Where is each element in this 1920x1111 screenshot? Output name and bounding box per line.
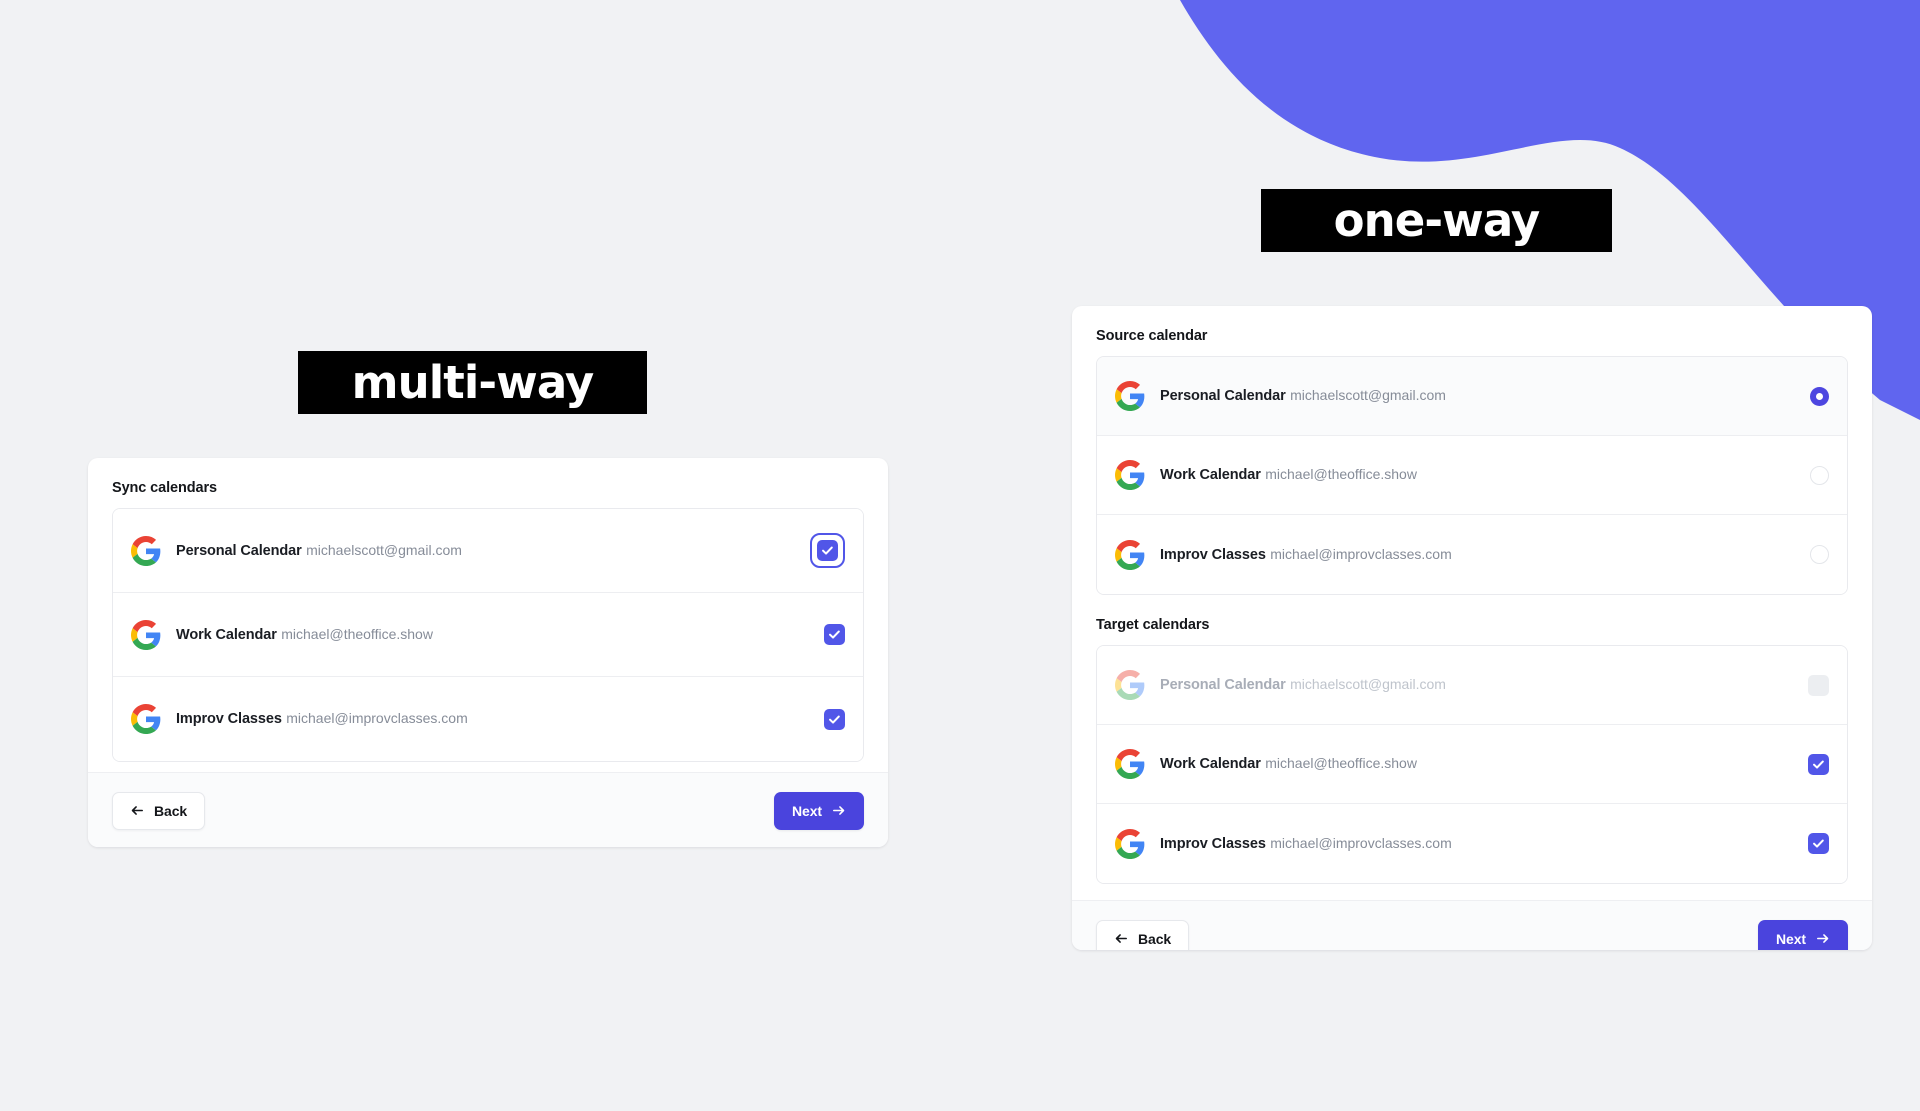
list-item-text: Personal Calendar michaelscott@gmail.com: [1160, 674, 1792, 696]
checkbox-control[interactable]: [1808, 833, 1829, 854]
radio-control[interactable]: [1810, 465, 1829, 485]
check-icon: [829, 715, 840, 724]
calendar-email: michaelscott@gmail.com: [1290, 387, 1446, 404]
calendar-name: Work Calendar: [1160, 467, 1261, 484]
radio-unselected[interactable]: [1810, 465, 1829, 485]
arrow-right-icon: [833, 806, 845, 815]
google-g-icon: [1115, 460, 1145, 490]
calendar-name: Personal Calendar: [176, 542, 302, 559]
sync-calendar-list: Personal Calendar michaelscott@gmail.com: [112, 508, 864, 762]
list-item-text: Work Calendar michael@theoffice.show: [1160, 753, 1792, 775]
back-button-label: Back: [154, 802, 188, 819]
checkbox-checked[interactable]: [824, 708, 845, 730]
multi-way-card-body: Sync calendars Personal Calendar michael…: [88, 458, 888, 772]
back-button-label: Back: [1138, 930, 1172, 947]
google-g-icon: [1115, 749, 1145, 779]
calendar-email: michael@improvclasses.com: [1270, 545, 1452, 562]
arrow-right-icon: [1817, 934, 1829, 943]
badge-multi-way-label: multi-way: [351, 356, 595, 409]
radio-unselected[interactable]: [1810, 545, 1829, 564]
checkbox-control: [1808, 674, 1829, 696]
list-item-text: Work Calendar michael@theoffice.show: [176, 624, 808, 646]
source-calendar-list: Personal Calendar michaelscott@gmail.com: [1096, 356, 1848, 595]
calendar-name: Work Calendar: [1160, 756, 1261, 773]
google-g-icon: [1115, 670, 1145, 700]
calendar-email: michael@theoffice.show: [1265, 466, 1417, 483]
calendar-name: Improv Classes: [1160, 546, 1266, 563]
calendar-email: michaelscott@gmail.com: [306, 541, 462, 558]
google-g-icon: [131, 704, 161, 734]
checkbox-checked[interactable]: [817, 540, 838, 561]
checkbox-checked[interactable]: [1808, 833, 1829, 854]
calendar-email: michael@improvclasses.com: [286, 710, 468, 727]
list-item[interactable]: Work Calendar michael@theoffice.show: [113, 593, 863, 677]
calendar-name: Personal Calendar: [1160, 677, 1286, 694]
multi-way-card-footer: Back Next: [88, 772, 888, 847]
checkbox-checked[interactable]: [1808, 753, 1829, 775]
calendar-name: Improv Classes: [176, 711, 282, 728]
checkbox-focus-ring: [810, 533, 845, 568]
badge-one-way-label: one-way: [1333, 194, 1541, 247]
check-icon: [829, 630, 840, 639]
list-item[interactable]: Personal Calendar michaelscott@gmail.com: [1097, 357, 1847, 436]
one-way-card: Source calendar Personal Calendar michae…: [1072, 306, 1872, 950]
one-way-card-footer: Back Next: [1072, 900, 1872, 950]
target-calendar-list: Personal Calendar michaelscott@gmail.com: [1096, 645, 1848, 884]
radio-control[interactable]: [1810, 386, 1829, 406]
radio-control[interactable]: [1810, 545, 1829, 564]
source-calendar-title: Source calendar: [1096, 328, 1208, 344]
next-button[interactable]: Next: [1758, 919, 1848, 950]
list-item-text: Personal Calendar michaelscott@gmail.com: [176, 540, 794, 562]
google-g-icon: [1115, 828, 1145, 859]
list-item-text: Improv Classes michael@improvclasses.com: [176, 708, 808, 730]
check-icon: [1813, 760, 1824, 769]
list-item: Personal Calendar michaelscott@gmail.com: [1097, 646, 1847, 725]
calendar-email: michael@theoffice.show: [1265, 755, 1417, 772]
list-item[interactable]: Personal Calendar michaelscott@gmail.com: [113, 509, 863, 593]
badge-multi-way: multi-way: [298, 351, 647, 414]
check-icon: [1813, 839, 1824, 848]
list-item[interactable]: Work Calendar michael@theoffice.show: [1097, 436, 1847, 515]
back-button[interactable]: Back: [1096, 919, 1190, 950]
one-way-card-body: Source calendar Personal Calendar michae…: [1072, 306, 1872, 900]
target-calendars-title: Target calendars: [1096, 617, 1210, 633]
multi-way-card: Sync calendars Personal Calendar michael…: [88, 458, 888, 847]
google-g-icon: [131, 535, 161, 566]
list-item[interactable]: Improv Classes michael@improvclasses.com: [113, 677, 863, 761]
checkbox-control[interactable]: [810, 533, 845, 568]
list-item-text: Improv Classes michael@improvclasses.com: [1160, 544, 1794, 566]
list-item-text: Improv Classes michael@improvclasses.com: [1160, 833, 1792, 855]
google-g-icon: [1115, 539, 1145, 570]
arrow-left-icon: [1115, 934, 1127, 943]
checkbox-disabled: [1808, 674, 1829, 696]
google-g-icon: [131, 619, 161, 650]
calendar-name: Personal Calendar: [1160, 388, 1286, 405]
checkbox-checked[interactable]: [824, 624, 845, 645]
check-icon: [822, 546, 833, 555]
next-button[interactable]: Next: [774, 791, 864, 830]
checkbox-control[interactable]: [1808, 753, 1829, 775]
list-item[interactable]: Improv Classes michael@improvclasses.com: [1097, 515, 1847, 594]
arrow-left-icon: [131, 806, 143, 815]
radio-selected[interactable]: [1810, 386, 1829, 406]
calendar-email: michael@theoffice.show: [281, 625, 433, 642]
calendar-email: michaelscott@gmail.com: [1290, 676, 1446, 693]
calendar-name: Work Calendar: [176, 626, 277, 643]
list-item[interactable]: Work Calendar michael@theoffice.show: [1097, 725, 1847, 804]
calendar-email: michael@improvclasses.com: [1270, 834, 1452, 851]
list-item-text: Personal Calendar michaelscott@gmail.com: [1160, 385, 1794, 407]
checkbox-control[interactable]: [824, 624, 845, 645]
google-g-icon: [1115, 381, 1145, 411]
calendar-name: Improv Classes: [1160, 835, 1266, 852]
next-button-label: Next: [792, 802, 822, 819]
badge-one-way: one-way: [1261, 189, 1612, 252]
sync-calendars-title: Sync calendars: [112, 480, 217, 496]
next-button-label: Next: [1776, 930, 1806, 947]
list-item-text: Work Calendar michael@theoffice.show: [1160, 464, 1794, 486]
list-item[interactable]: Improv Classes michael@improvclasses.com: [1097, 804, 1847, 883]
checkbox-control[interactable]: [824, 708, 845, 730]
back-button[interactable]: Back: [112, 791, 206, 830]
